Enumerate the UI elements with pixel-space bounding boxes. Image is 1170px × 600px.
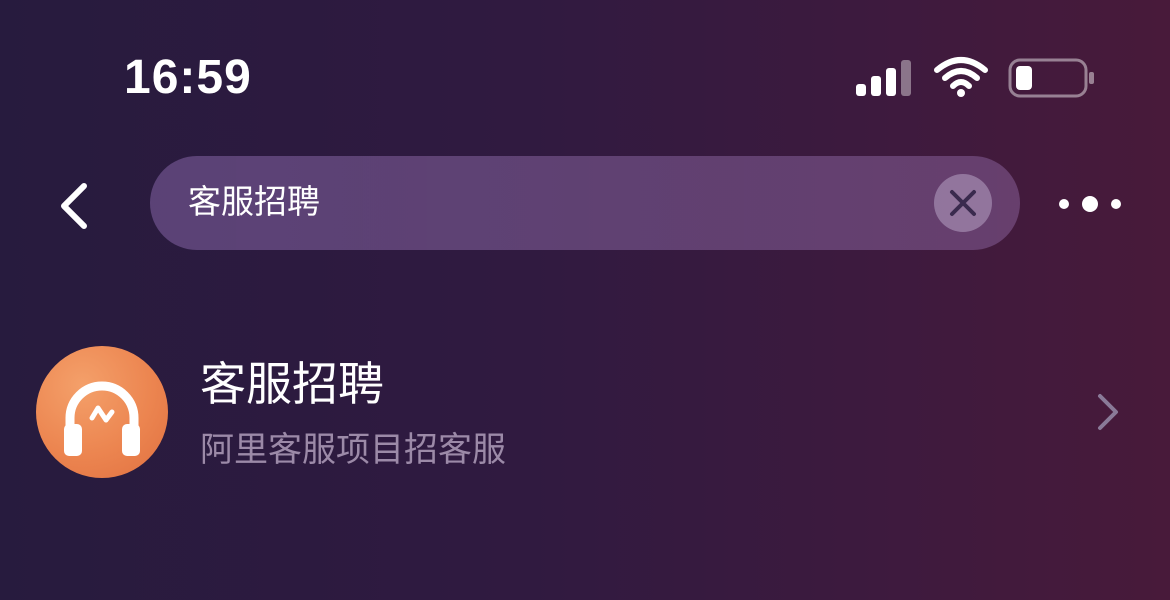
battery-icon	[1008, 58, 1094, 98]
clear-search-button[interactable]	[934, 174, 992, 232]
search-input[interactable]	[188, 178, 908, 226]
status-time: 16:59	[124, 51, 252, 104]
headset-icon	[36, 346, 168, 478]
chevron-left-icon	[61, 183, 87, 229]
back-button[interactable]	[44, 178, 104, 234]
result-title: 客服招聘	[200, 357, 384, 411]
clear-icon	[950, 190, 976, 216]
more-button[interactable]	[1052, 186, 1128, 222]
search-field[interactable]	[150, 156, 1020, 250]
chevron-right-icon	[1098, 394, 1118, 430]
more-dots-icon	[1059, 196, 1121, 212]
search-result-item[interactable]: 客服招聘 阿里客服项目招客服	[0, 330, 1170, 500]
cellular-signal-icon	[856, 60, 911, 96]
result-subtitle: 阿里客服项目招客服	[200, 430, 506, 470]
wifi-icon	[934, 57, 988, 97]
navigation-bar	[0, 150, 1170, 260]
status-bar: 16:59	[0, 0, 1170, 150]
